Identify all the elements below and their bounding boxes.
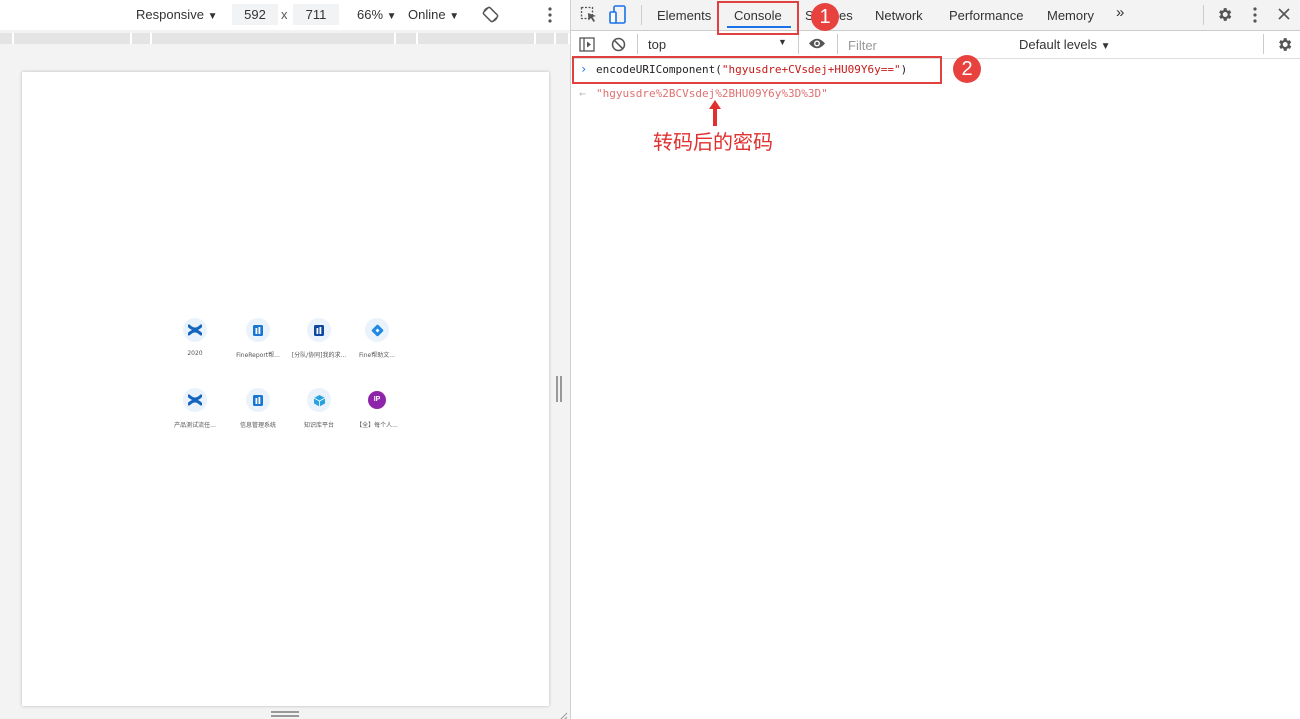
app-tile[interactable]: 信息管理系统 xyxy=(228,388,288,429)
dropdown-arrow-icon: ▼ xyxy=(386,11,397,22)
throttling-dropdown[interactable]: Online ▼ xyxy=(408,7,459,22)
device-preview-pane: Responsive ▼ 592 x 711 66% ▼ Online ▼ 20… xyxy=(0,0,570,719)
app-tile[interactable]: [分队/协同]我的求... xyxy=(289,318,349,359)
app-label: Fine帮助文... xyxy=(359,352,395,359)
devtools-panel: Elements Console Sources Network Perform… xyxy=(571,0,1300,719)
filter-placeholder: Filter xyxy=(848,38,877,53)
height-input[interactable]: 711 xyxy=(293,4,339,25)
console-tab-highlight xyxy=(717,1,799,35)
confluence-icon xyxy=(183,318,207,342)
width-input[interactable]: 592 xyxy=(232,4,278,25)
width-value: 592 xyxy=(244,7,266,22)
tab-network[interactable]: Network xyxy=(875,8,923,23)
app-label: 知识库平台 xyxy=(303,422,334,429)
devtools-tabbar: Elements Console Sources Network Perform… xyxy=(571,0,1300,31)
app-tile[interactable]: 2020 xyxy=(165,318,225,357)
app-tile[interactable]: FineReport帮... xyxy=(228,318,288,359)
dropdown-arrow-icon: ▼ xyxy=(207,11,218,22)
viewport-resize-handle[interactable] xyxy=(556,376,562,402)
app-tile[interactable]: IP 【全】每个人... xyxy=(347,388,407,429)
app-label: 2020 xyxy=(187,350,203,357)
confluence-icon xyxy=(183,388,207,412)
settings-gear-icon[interactable] xyxy=(1216,6,1233,28)
app-label: FineReport帮... xyxy=(236,352,280,359)
dropdown-arrow-icon: ▼ xyxy=(1100,41,1111,52)
app-label: 产品测试流任... xyxy=(174,422,216,429)
fine-doc-icon xyxy=(365,318,389,342)
inspect-element-icon[interactable] xyxy=(580,6,598,29)
result-arrow-icon: ← xyxy=(579,87,586,100)
step-badge-1: 1 xyxy=(811,3,839,31)
device-toggle-icon[interactable] xyxy=(609,5,627,30)
tab-performance[interactable]: Performance xyxy=(949,8,1023,23)
app-label: [分队/协同]我的求... xyxy=(291,352,347,359)
console-result-value: "hgyusdre%2BCVsdej%2BHU09Y6y%3D%3D" xyxy=(596,87,828,100)
tab-memory[interactable]: Memory xyxy=(1047,8,1094,23)
zoom-dropdown[interactable]: 66% ▼ xyxy=(357,7,397,22)
app-label: 信息管理系统 xyxy=(239,422,276,429)
customize-menu-icon[interactable] xyxy=(1252,7,1258,28)
dimension-separator: x xyxy=(281,7,288,22)
close-devtools-icon[interactable] xyxy=(1277,7,1291,26)
filter-input[interactable]: Filter xyxy=(842,35,1007,54)
context-label: top xyxy=(648,37,667,52)
app-label: 【全】每个人... xyxy=(356,422,398,429)
zoom-label: 66% xyxy=(357,7,384,22)
log-levels-dropdown[interactable]: Default levels ▼ xyxy=(1019,37,1111,52)
device-mode-label: Responsive xyxy=(136,7,204,22)
viewport-bottom-resize-handle[interactable] xyxy=(271,711,299,717)
rotate-icon[interactable] xyxy=(482,6,499,28)
corner-resize-icon[interactable] xyxy=(556,709,568,719)
console-result-row: ← "hgyusdre%2BCVsdej%2BHU09Y6y%3D%3D" xyxy=(571,84,1300,102)
clear-console-icon[interactable] xyxy=(611,37,626,57)
emulated-page-viewport: 2020 FineReport帮... [分队/协同]我的求... Fine帮助文..… xyxy=(22,72,549,706)
show-sidebar-icon[interactable] xyxy=(579,37,595,57)
finereport-icon xyxy=(246,318,270,342)
live-expression-eye-icon[interactable] xyxy=(808,37,826,55)
console-toolbar: top ▼ Filter Default levels ▼ xyxy=(571,31,1300,59)
height-value: 711 xyxy=(305,7,327,22)
ip-icon: IP xyxy=(365,388,389,412)
app-tile[interactable]: 知识库平台 xyxy=(289,388,349,429)
step-badge-2: 2 xyxy=(953,55,981,83)
console-settings-gear-icon[interactable] xyxy=(1276,36,1293,58)
console-output-area[interactable]: › encodeURIComponent("hgyusdre+CVsdej+HU… xyxy=(571,59,1300,719)
app-tile[interactable]: 产品测试流任... xyxy=(165,388,225,429)
app-tile[interactable]: Fine帮助文... xyxy=(347,318,407,359)
log-levels-label: Default levels xyxy=(1019,37,1098,52)
finereport-icon xyxy=(307,318,331,342)
dropdown-arrow-icon: ▼ xyxy=(778,37,787,47)
annotation-caption: 转码后的密码 xyxy=(653,130,773,154)
finereport-icon xyxy=(246,388,270,412)
more-tabs-icon[interactable]: » xyxy=(1116,4,1124,21)
dropdown-arrow-icon: ▼ xyxy=(449,11,460,22)
more-options-icon[interactable] xyxy=(547,7,553,28)
device-mode-dropdown[interactable]: Responsive ▼ xyxy=(136,7,217,22)
command-highlight xyxy=(572,56,942,84)
tab-elements[interactable]: Elements xyxy=(657,8,711,23)
cube-icon xyxy=(307,388,331,412)
media-query-ruler[interactable] xyxy=(0,31,570,46)
device-toolbar: Responsive ▼ 592 x 711 66% ▼ Online ▼ xyxy=(0,0,570,30)
throttling-label: Online xyxy=(408,7,446,22)
context-selector[interactable]: top ▼ xyxy=(641,33,791,55)
